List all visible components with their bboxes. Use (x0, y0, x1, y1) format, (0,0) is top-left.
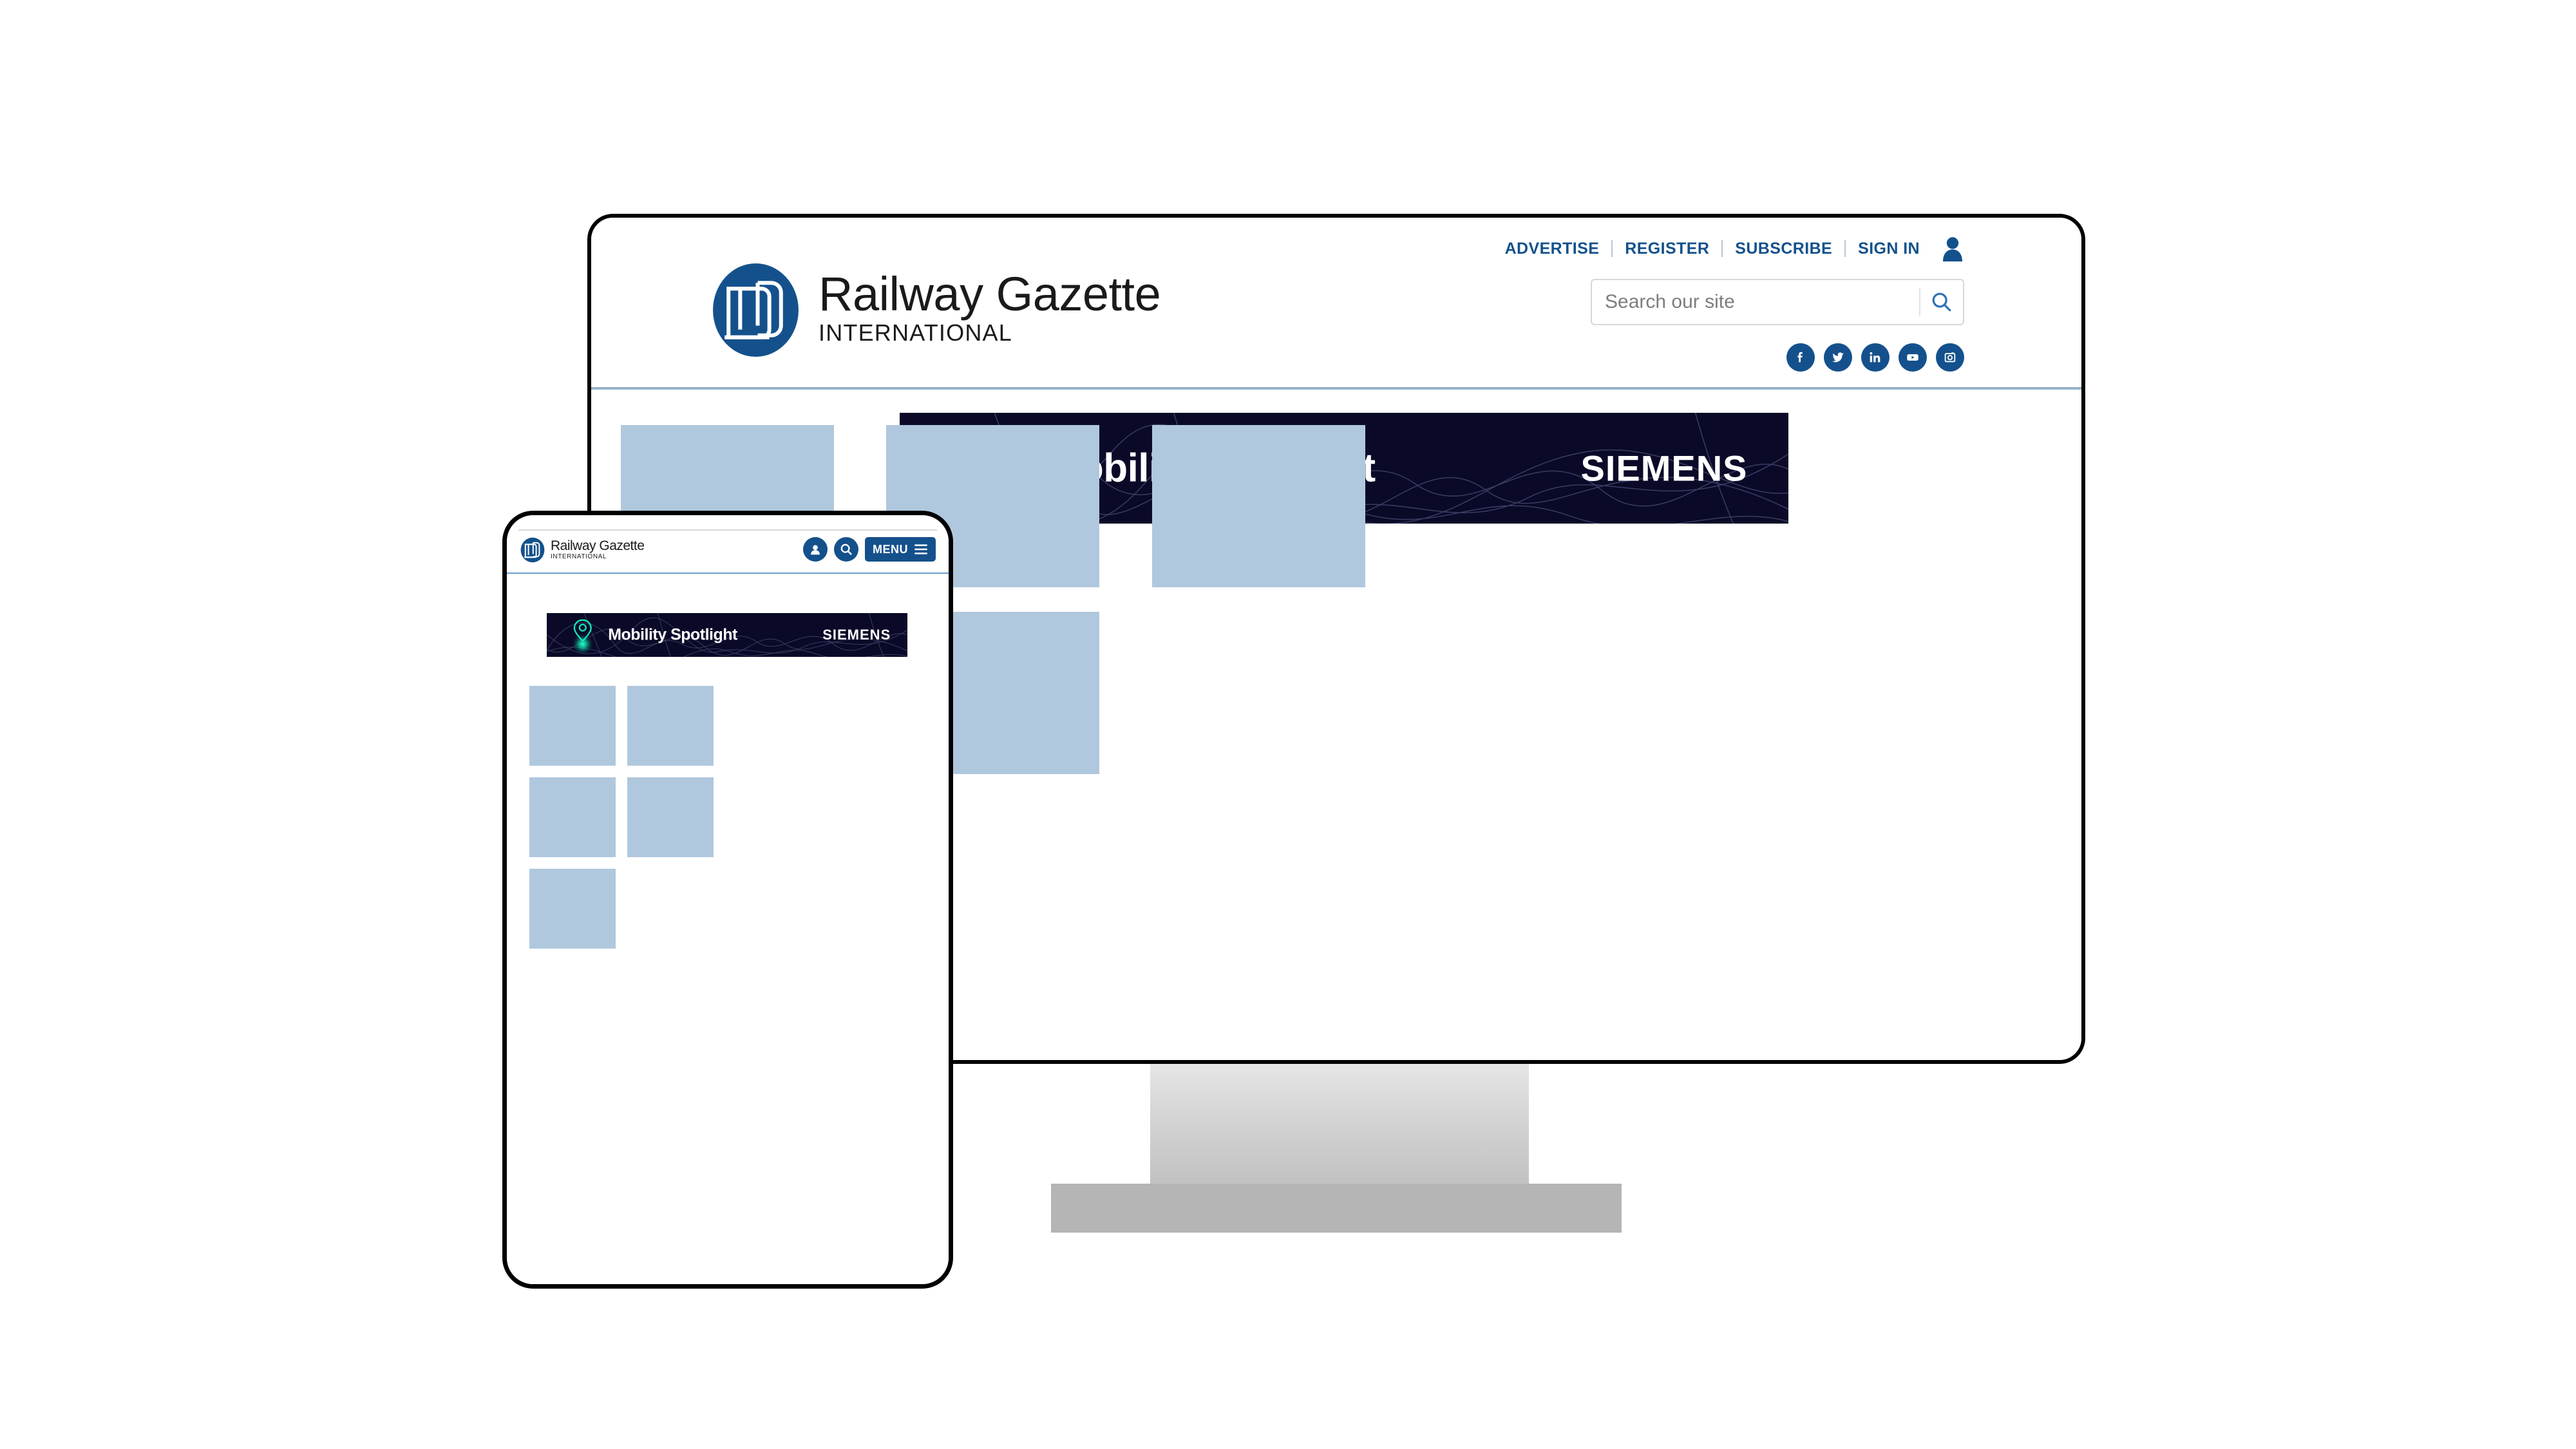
mobile-site-logo-text: Railway Gazette INTERNATIONAL (551, 538, 645, 561)
youtube-icon[interactable] (1899, 343, 1927, 372)
header-divider (591, 387, 2081, 390)
user-avatar-icon[interactable] (1941, 236, 1964, 261)
site-title: Railway Gazette (819, 267, 1161, 321)
mobile-content-placeholder[interactable] (627, 686, 714, 766)
search-button[interactable] (1920, 280, 1963, 324)
search-box[interactable] (1591, 279, 1964, 325)
user-account-icon[interactable] (803, 537, 828, 562)
mobile-webpage: Railway Gazette INTERNATIONAL MENU Mobil… (507, 515, 949, 1284)
social-links (1786, 343, 1964, 372)
mobile-header-divider (507, 573, 949, 574)
mobile-phone-frame: Railway Gazette INTERNATIONAL MENU Mobil… (502, 511, 953, 1289)
instagram-icon[interactable] (1936, 343, 1964, 372)
facebook-icon[interactable] (1786, 343, 1815, 372)
search-input[interactable] (1592, 291, 1919, 313)
nav-subscribe[interactable]: SUBSCRIBE (1723, 240, 1844, 258)
mobile-advertisement-banner[interactable]: 728x90px Mobility Spotlight SIEMENS (547, 613, 907, 657)
mobile-content-placeholder[interactable] (529, 869, 616, 949)
site-logo-text: Railway Gazette INTERNATIONAL (819, 267, 1161, 349)
banner-advertiser-logo: SIEMENS (1580, 448, 1748, 489)
mobile-site-title: Railway Gazette (551, 538, 645, 553)
mockup-stage: Railway Gazette INTERNATIONAL ADVERTISE … (0, 0, 2576, 1449)
search-icon (1932, 292, 1951, 312)
mobile-banner-title: Mobility Spotlight (608, 625, 737, 644)
mobile-banner-advertiser-logo: SIEMENS (822, 627, 891, 643)
mobile-content-placeholder[interactable] (627, 777, 714, 857)
mobile-site-logo[interactable]: Railway Gazette INTERNATIONAL (520, 537, 645, 563)
mobile-menu-button[interactable]: MENU (865, 537, 936, 562)
search-icon[interactable] (834, 537, 858, 562)
railway-gazette-logo-icon (520, 537, 545, 563)
site-subtitle: INTERNATIONAL (819, 319, 1012, 346)
nav-sign-in[interactable]: SIGN IN (1846, 240, 1932, 258)
mobile-content-placeholder[interactable] (529, 686, 616, 766)
mobile-site-header: Railway Gazette INTERNATIONAL MENU (507, 531, 949, 571)
nav-register[interactable]: REGISTER (1613, 240, 1721, 258)
railway-gazette-logo-icon (713, 263, 799, 357)
content-placeholder[interactable] (1152, 425, 1365, 587)
mobile-content-placeholder[interactable] (529, 777, 616, 857)
hamburger-menu-icon (914, 544, 927, 554)
site-logo[interactable]: Railway Gazette INTERNATIONAL (707, 261, 1161, 359)
desktop-site-header: Railway Gazette INTERNATIONAL ADVERTISE … (591, 218, 2081, 390)
twitter-icon[interactable] (1824, 343, 1852, 372)
monitor-stand-neck (1150, 1063, 1529, 1201)
mobile-site-subtitle: INTERNATIONAL (551, 553, 607, 560)
mobile-header-actions: MENU (803, 537, 936, 562)
linkedin-icon[interactable] (1861, 343, 1889, 372)
utility-nav: ADVERTISE REGISTER SUBSCRIBE SIGN IN (1493, 236, 1964, 261)
location-pin-icon (571, 619, 594, 654)
mobile-menu-label: MENU (873, 542, 908, 556)
nav-advertise[interactable]: ADVERTISE (1493, 240, 1612, 258)
monitor-stand-base (1051, 1184, 1622, 1233)
